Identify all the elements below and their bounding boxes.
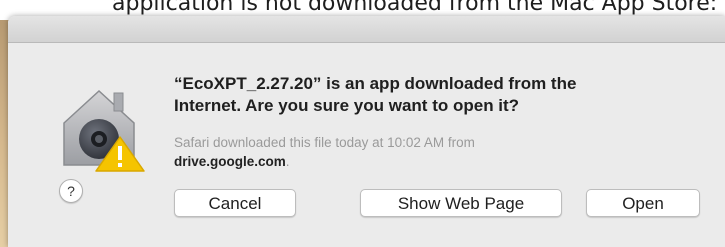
caption-text: application is not downloaded from the M… (112, 0, 725, 16)
subtext-suffix: . (285, 154, 290, 169)
dialog-subtext: Safari downloaded this file today at 10:… (174, 133, 694, 171)
gatekeeper-dialog: “EcoXPT_2.27.20” is an app downloaded fr… (8, 16, 725, 247)
dialog-titlebar (8, 16, 725, 43)
dialog-headline: “EcoXPT_2.27.20” is an app downloaded fr… (174, 73, 714, 117)
cancel-button[interactable]: Cancel (174, 189, 296, 217)
subtext-source-line: drive.google.com. (174, 152, 694, 171)
headline-line-1: “EcoXPT_2.27.20” is an app downloaded fr… (174, 74, 577, 93)
show-web-page-button[interactable]: Show Web Page (360, 189, 562, 217)
headline-line-2: Internet. Are you sure you want to open … (174, 96, 520, 115)
subtext-prefix: Safari downloaded this file today at 10:… (174, 135, 475, 150)
help-button[interactable]: ? (59, 179, 83, 203)
open-button[interactable]: Open (586, 189, 700, 217)
gatekeeper-warning-icon (63, 89, 145, 172)
source-domain: drive.google.com (174, 154, 286, 169)
